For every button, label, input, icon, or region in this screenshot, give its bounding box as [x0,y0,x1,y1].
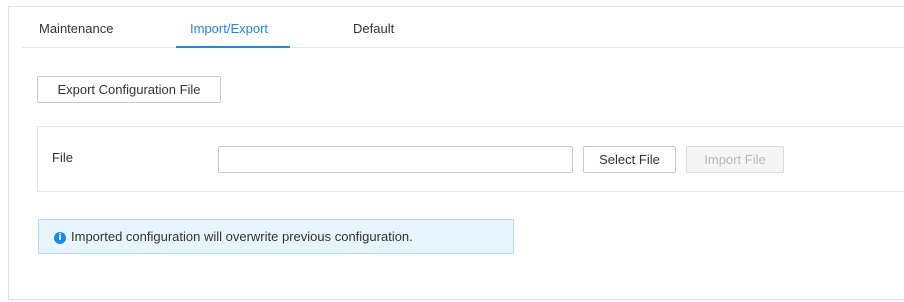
export-configuration-button[interactable]: Export Configuration File [37,76,221,103]
file-path-input[interactable] [218,146,573,173]
active-tab-indicator [176,46,290,48]
tab-import-export[interactable]: Import/Export [190,7,268,47]
configuration-panel: Maintenance Import/Export Default Export… [8,6,904,300]
file-label: File [52,150,73,165]
tab-maintenance[interactable]: Maintenance [39,7,113,47]
overwrite-notice: i Imported configuration will overwrite … [38,219,514,254]
import-file-section: File Select File Import File [37,126,904,192]
select-file-button[interactable]: Select File [583,146,676,173]
notice-text: Imported configuration will overwrite pr… [71,229,413,244]
tab-bar: Maintenance Import/Export Default [22,7,904,48]
tab-default[interactable]: Default [353,7,394,47]
info-icon: i [54,232,66,244]
import-file-button[interactable]: Import File [686,146,784,173]
